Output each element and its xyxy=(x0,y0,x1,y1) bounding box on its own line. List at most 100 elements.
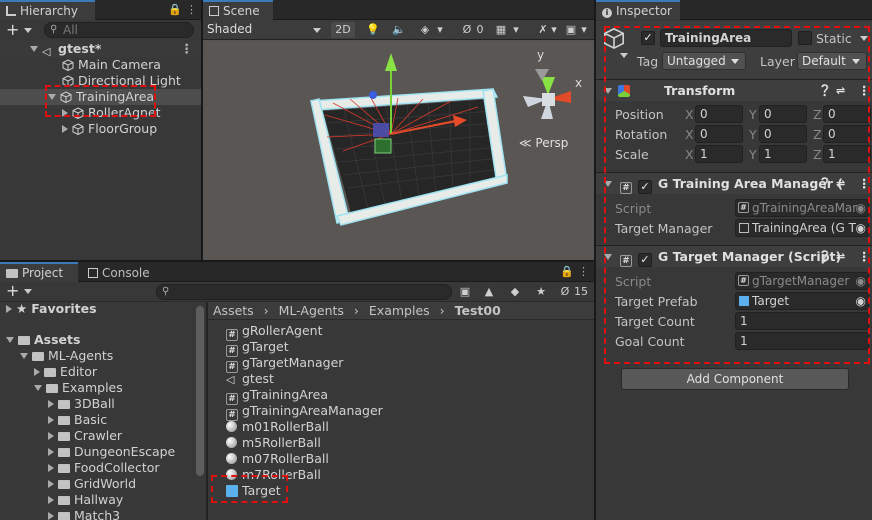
lock-icon[interactable]: 🔒 xyxy=(168,3,182,16)
rotation-y-field[interactable]: 0 xyxy=(759,125,807,143)
file-item[interactable]: m07RollerBall xyxy=(208,451,594,467)
file-item[interactable]: # gTrainingAreaManager xyxy=(208,403,594,421)
file-item[interactable]: # gTrainingArea xyxy=(208,387,594,405)
help-icon[interactable]: ❔ xyxy=(818,173,832,195)
tree-item-match3[interactable]: Match3 xyxy=(0,508,196,520)
static-checkbox[interactable] xyxy=(798,31,812,45)
audio-icon[interactable]: 🔈 xyxy=(391,22,407,38)
breadcrumb-item[interactable]: ML-Agents xyxy=(279,303,344,318)
collapse-arrow-icon[interactable] xyxy=(48,448,54,456)
filter-type-icon[interactable]: ▲ xyxy=(482,284,496,300)
tree-item-crawler[interactable]: Crawler xyxy=(0,428,196,444)
tree-scrollbar[interactable] xyxy=(196,306,204,476)
file-item[interactable]: # gTarget xyxy=(208,339,594,357)
camera-icon[interactable]: ▣ xyxy=(563,22,579,38)
effects-icon[interactable]: ◈ xyxy=(417,22,433,38)
file-item[interactable]: Target xyxy=(208,483,594,499)
target-manager-field[interactable]: TrainingArea (G T ◉ xyxy=(735,219,869,237)
training-area-manager-header[interactable]: # ✓ G Training Area Manager ( ❔ ⇌ ⋮ xyxy=(596,172,872,194)
expand-arrow-icon[interactable] xyxy=(20,353,28,359)
expand-arrow-icon[interactable] xyxy=(604,181,612,187)
expand-arrow-icon[interactable] xyxy=(30,46,38,52)
scale-x-field[interactable]: 1 xyxy=(695,145,743,163)
chevron-down-icon[interactable]: ▾ xyxy=(511,22,521,38)
kebab-menu-icon[interactable]: ⋮ xyxy=(186,3,197,16)
position-y-field[interactable]: 0 xyxy=(759,105,807,123)
tab-scene[interactable]: Scene xyxy=(203,0,273,20)
collapse-arrow-icon[interactable] xyxy=(48,416,54,424)
scale-z-field[interactable]: 1 xyxy=(823,145,871,163)
tab-hierarchy[interactable]: Hierarchy xyxy=(0,0,95,20)
tree-item-hallway[interactable]: Hallway xyxy=(0,492,196,508)
hidden-packages-icon[interactable]: Ø xyxy=(558,284,572,300)
tree-item-ml-agents[interactable]: ML-Agents xyxy=(0,348,196,364)
collapse-arrow-icon[interactable] xyxy=(6,305,12,313)
component-enabled-checkbox[interactable]: ✓ xyxy=(638,253,652,267)
object-name-field[interactable]: TrainingArea xyxy=(660,29,792,47)
collapse-arrow-icon[interactable] xyxy=(48,512,54,520)
collapse-arrow-icon[interactable] xyxy=(48,400,54,408)
kebab-menu-icon[interactable]: ⋮ xyxy=(578,265,589,278)
presets-icon[interactable]: ⇌ xyxy=(836,173,845,195)
expand-arrow-icon[interactable] xyxy=(34,385,42,391)
breadcrumb-item[interactable]: Test00 xyxy=(455,303,501,318)
position-z-field[interactable]: 0 xyxy=(823,105,871,123)
hierarchy-search-input[interactable]: ⚲ All xyxy=(44,22,194,38)
tab-inspector[interactable]: i Inspector xyxy=(596,0,680,20)
chevron-down-icon[interactable] xyxy=(24,28,32,33)
add-icon[interactable]: + xyxy=(6,20,19,39)
position-x-field[interactable]: 0 xyxy=(695,105,743,123)
tree-item-editor[interactable]: Editor xyxy=(0,364,196,380)
project-search-input[interactable]: ⚲ xyxy=(156,284,452,300)
object-picker-icon[interactable]: ◉ xyxy=(856,200,866,216)
favorite-star-icon[interactable]: ★ xyxy=(534,284,548,300)
component-enabled-checkbox[interactable]: ✓ xyxy=(638,180,652,194)
presets-icon[interactable]: ⇌ xyxy=(836,80,845,102)
expand-arrow-icon[interactable] xyxy=(604,88,612,94)
hierarchy-item-gtest[interactable]: ◁ gtest* ⋮ xyxy=(0,41,201,58)
collapse-arrow-icon[interactable] xyxy=(48,432,54,440)
chevron-down-icon[interactable]: ▾ xyxy=(549,22,559,38)
rotation-x-field[interactable]: 0 xyxy=(695,125,743,143)
presets-icon[interactable]: ⇌ xyxy=(836,246,845,268)
kebab-menu-icon[interactable]: ⋮ xyxy=(858,80,871,102)
object-picker-icon[interactable]: ◉ xyxy=(856,220,866,236)
collapse-arrow-icon[interactable] xyxy=(48,480,54,488)
file-item[interactable]: m5RollerBall xyxy=(208,435,594,451)
file-item[interactable]: m7RollerBall xyxy=(208,467,594,483)
tab-console[interactable]: Console xyxy=(82,262,162,282)
file-item[interactable]: # gTargetManager xyxy=(208,355,594,373)
collapse-arrow-icon[interactable] xyxy=(48,496,54,504)
expand-arrow-icon[interactable] xyxy=(48,94,56,100)
add-icon[interactable]: + xyxy=(6,281,19,300)
rotation-z-field[interactable]: 0 xyxy=(823,125,871,143)
chevron-down-icon[interactable]: ▾ xyxy=(579,22,589,38)
hierarchy-item-floor-group[interactable]: FloorGroup xyxy=(0,121,201,137)
file-item[interactable]: ◁ gtest xyxy=(208,371,594,387)
tree-item-basic[interactable]: Basic xyxy=(0,412,196,428)
file-item[interactable]: m01RollerBall xyxy=(208,419,594,435)
tag-dropdown[interactable]: Untagged xyxy=(662,52,746,70)
tree-item-3dball[interactable]: 3DBall xyxy=(0,396,196,412)
tree-item-dungeon-escape[interactable]: DungeonEscape xyxy=(0,444,196,460)
scale-y-field[interactable]: 1 xyxy=(759,145,807,163)
target-prefab-field[interactable]: Target ◉ xyxy=(735,292,869,310)
lighting-icon[interactable]: 💡 xyxy=(365,22,381,38)
chevron-down-icon[interactable] xyxy=(620,53,628,58)
chevron-down-icon[interactable] xyxy=(313,28,321,33)
hidden-objects-icon[interactable]: Ø xyxy=(457,22,477,38)
add-component-button[interactable]: Add Component xyxy=(621,368,849,390)
active-checkbox[interactable]: ✓ xyxy=(641,31,655,45)
collapse-arrow-icon[interactable] xyxy=(62,109,68,117)
search-by-type-icon[interactable]: ▣ xyxy=(458,284,472,300)
object-picker-icon[interactable]: ◉ xyxy=(856,293,866,309)
expand-arrow-icon[interactable] xyxy=(6,337,14,343)
favorites-item[interactable]: ★ Favorites xyxy=(0,301,196,317)
chevron-down-icon[interactable] xyxy=(860,36,868,41)
kebab-menu-icon[interactable]: ⋮ xyxy=(181,41,194,57)
scene-viewport[interactable]: y x ≪ Persp xyxy=(203,41,594,260)
grid-snap-icon[interactable]: ▦ xyxy=(493,22,509,38)
assets-item[interactable]: Assets xyxy=(0,332,196,348)
breadcrumb-item[interactable]: Examples xyxy=(369,303,430,318)
chevron-down-icon[interactable] xyxy=(24,289,32,294)
